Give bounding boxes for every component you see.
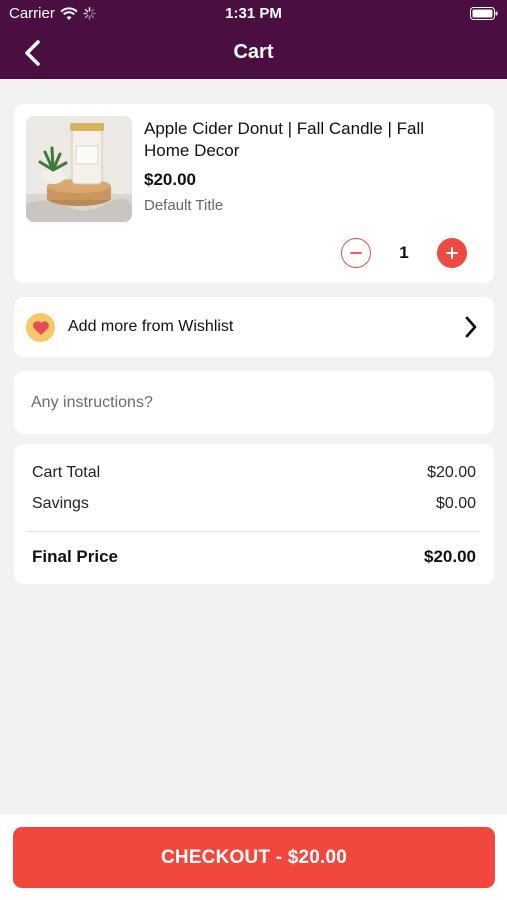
savings-row: Savings $0.00: [32, 495, 476, 513]
status-bar: Carrier 1:31 PM: [0, 0, 507, 28]
product-name[interactable]: Apple Cider Donut | Fall Candle | Fall H…: [144, 118, 474, 162]
savings-label: Savings: [32, 495, 89, 512]
cart-item-card: Apple Cider Donut | Fall Candle | Fall H…: [14, 104, 494, 283]
instructions-input[interactable]: [31, 383, 477, 423]
nav-bar: Cart: [0, 28, 507, 79]
bottom-bar: CHECKOUT - $20.00: [0, 815, 507, 900]
final-price-row: Final Price $20.00: [32, 547, 476, 567]
quantity-value: 1: [399, 243, 409, 262]
price-summary: Cart Total $20.00 Savings $0.00 Final Pr…: [14, 444, 494, 584]
heart-icon: [26, 313, 55, 342]
plus-icon: [446, 247, 458, 259]
increase-quantity-button[interactable]: [437, 238, 467, 268]
final-price-label: Final Price: [32, 547, 118, 566]
decrease-quantity-button[interactable]: [341, 238, 371, 268]
checkout-button[interactable]: CHECKOUT - $20.00: [13, 827, 495, 888]
divider: [28, 531, 480, 532]
final-price-value: $20.00: [424, 547, 476, 566]
wishlist-row[interactable]: Add more from Wishlist: [14, 297, 494, 357]
product-variant: Default Title: [144, 197, 224, 214]
cart-total-row: Cart Total $20.00: [32, 464, 476, 482]
cart-total-label: Cart Total: [32, 464, 101, 481]
battery-icon: [470, 7, 498, 20]
top-bar: Carrier 1:31 PM Cart: [0, 0, 507, 79]
wishlist-label: Add more from Wishlist: [68, 318, 234, 335]
chevron-right-icon: [465, 316, 477, 338]
savings-value: $0.00: [435, 495, 476, 512]
product-price: $20.00: [144, 170, 196, 189]
clock: 1:31 PM: [225, 5, 282, 22]
instructions-card: [14, 371, 494, 434]
minus-icon: [350, 252, 362, 254]
page-title: Cart: [233, 41, 274, 63]
quantity-stepper: 1: [341, 238, 467, 268]
product-image[interactable]: [26, 116, 132, 222]
cart-total-value: $20.00: [427, 464, 476, 481]
